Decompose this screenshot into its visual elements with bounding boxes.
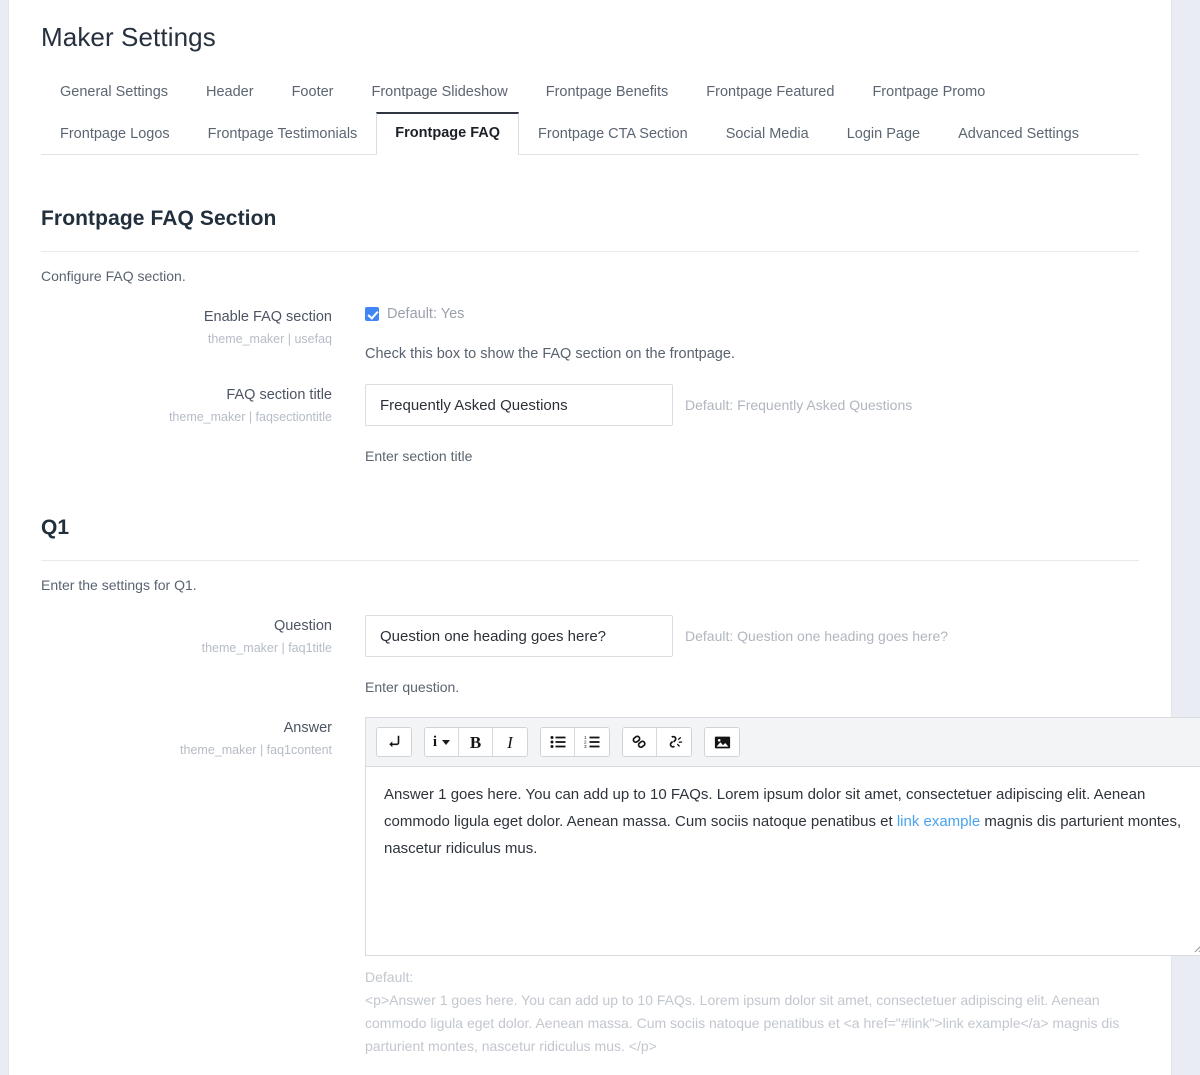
answer-default-html: <p>Answer 1 goes here. You can add up to… (365, 992, 1120, 1054)
tab-frontpage-faq[interactable]: Frontpage FAQ (376, 112, 520, 155)
faq-section-title-default-note: Default: Frequently Asked Questions (685, 397, 913, 413)
tab-login-page[interactable]: Login Page (828, 113, 939, 155)
field-label-column: FAQ section title theme_maker | faqsecti… (41, 384, 332, 427)
question-label: Question (273, 618, 332, 634)
toolbar-group-format: i B I (424, 727, 528, 757)
enable-faq-help-text: Check this box to show the FAQ section o… (365, 346, 735, 362)
question-default-note: Default: Question one heading goes here? (685, 628, 949, 644)
enable-faq-slug: theme_maker | usefaq (207, 332, 332, 346)
settings-card: Maker Settings General Settings Header F… (8, 0, 1200, 1075)
toolbar-group-image (704, 727, 740, 757)
tab-social-media[interactable]: Social Media (707, 113, 828, 155)
question-input[interactable] (365, 615, 673, 657)
field-label-column: Enable FAQ section theme_maker | usefaq (41, 306, 332, 349)
tab-frontpage-promo[interactable]: Frontpage Promo (853, 71, 1004, 113)
chevron-down-icon (442, 739, 451, 745)
answer-inline-link[interactable]: link example (897, 813, 980, 830)
tab-advanced-settings[interactable]: Advanced Settings (939, 113, 1098, 155)
enable-faq-default-text: Default: Yes (387, 306, 465, 322)
field-control-column: i B I 1 2 3 Answer 1 goes here. You can … (332, 717, 1200, 1075)
field-question: Question theme_maker | faq1title Default… (41, 593, 1139, 695)
answer-help-text: Enter content. (365, 1058, 1139, 1075)
field-enable-faq-section: Enable FAQ section theme_maker | usefaq … (41, 284, 1139, 362)
italic-icon[interactable]: I (493, 728, 527, 756)
svg-text:3: 3 (584, 744, 587, 749)
answer-default-label: Default: (365, 969, 414, 985)
faq-section-heading: Frontpage FAQ Section (41, 207, 277, 230)
field-faq-section-title: FAQ section title theme_maker | faqsecti… (41, 362, 1139, 464)
toolbar-group-links (622, 727, 692, 757)
settings-tabs: General Settings Header Footer Frontpage… (41, 71, 1139, 155)
question-input-row: Default: Question one heading goes here? (365, 615, 1139, 657)
answer-editor-body[interactable]: Answer 1 goes here. You can add up to 10… (366, 767, 1200, 955)
enable-faq-label: Enable FAQ section (203, 309, 332, 325)
faq-section-title-input[interactable] (365, 384, 673, 426)
editor-toolbar: i B I 1 2 3 (366, 718, 1200, 767)
answer-label: Answer (283, 720, 332, 736)
unlink-icon[interactable] (657, 728, 691, 756)
format-info-icon[interactable]: i (425, 728, 459, 756)
question-slug: theme_maker | faq1title (201, 641, 332, 655)
tab-frontpage-slideshow[interactable]: Frontpage Slideshow (353, 71, 527, 113)
faq-section-title-slug: theme_maker | faqsectiontitle (168, 410, 332, 424)
page-title: Maker Settings (41, 22, 216, 52)
tab-frontpage-cta-section[interactable]: Frontpage CTA Section (519, 113, 707, 155)
answer-default-block: Default: <p>Answer 1 goes here. You can … (365, 956, 1139, 1058)
insert-line-break-icon[interactable] (377, 728, 411, 756)
enable-faq-checkbox-row: Default: Yes (365, 306, 1139, 322)
field-label-column: Question theme_maker | faq1title (41, 615, 332, 658)
faq-section-description: Configure FAQ section. (41, 268, 186, 284)
question-help-text: Enter question. (365, 679, 460, 695)
faq-section-title-label: FAQ section title (226, 387, 332, 403)
tab-general-settings[interactable]: General Settings (41, 71, 187, 113)
tab-row-2: Frontpage Logos Frontpage Testimonials F… (41, 112, 1139, 155)
enable-faq-checkbox[interactable] (365, 307, 379, 321)
field-control-column: Default: Yes Check this box to show the … (332, 306, 1139, 362)
field-answer: Answer theme_maker | faq1content i B I 1… (41, 695, 1200, 1075)
toolbar-group-lists: 1 2 3 (540, 727, 610, 757)
tab-row-1: General Settings Header Footer Frontpage… (41, 71, 1139, 112)
faq-section-title-input-row: Default: Frequently Asked Questions (365, 384, 1139, 426)
bold-icon[interactable]: B (459, 728, 493, 756)
image-icon[interactable] (705, 728, 739, 756)
tab-frontpage-testimonials[interactable]: Frontpage Testimonials (189, 113, 377, 155)
tab-frontpage-benefits[interactable]: Frontpage Benefits (527, 71, 688, 113)
faq-section-title-help-text: Enter section title (365, 448, 473, 464)
ordered-list-icon[interactable]: 1 2 3 (575, 728, 609, 756)
q1-section-description: Enter the settings for Q1. (41, 577, 197, 593)
tab-frontpage-featured[interactable]: Frontpage Featured (687, 71, 853, 113)
tab-footer[interactable]: Footer (273, 71, 353, 113)
field-label-column: Answer theme_maker | faq1content (41, 717, 332, 760)
settings-page: Maker Settings General Settings Header F… (0, 0, 1200, 1075)
link-icon[interactable] (623, 728, 657, 756)
unordered-list-icon[interactable] (541, 728, 575, 756)
tab-header[interactable]: Header (187, 71, 273, 113)
field-control-column: Default: Frequently Asked Questions Ente… (332, 384, 1139, 464)
toolbar-group-linebreak (376, 727, 412, 757)
q1-section-heading: Q1 (41, 516, 70, 539)
answer-slug: theme_maker | faq1content (180, 743, 332, 757)
rich-text-editor: i B I 1 2 3 Answer 1 goes here. You can … (365, 717, 1200, 956)
editor-body-wrapper: Answer 1 goes here. You can add up to 10… (366, 767, 1200, 955)
field-control-column: Default: Question one heading goes here?… (332, 615, 1139, 695)
tab-frontpage-logos[interactable]: Frontpage Logos (41, 113, 189, 155)
